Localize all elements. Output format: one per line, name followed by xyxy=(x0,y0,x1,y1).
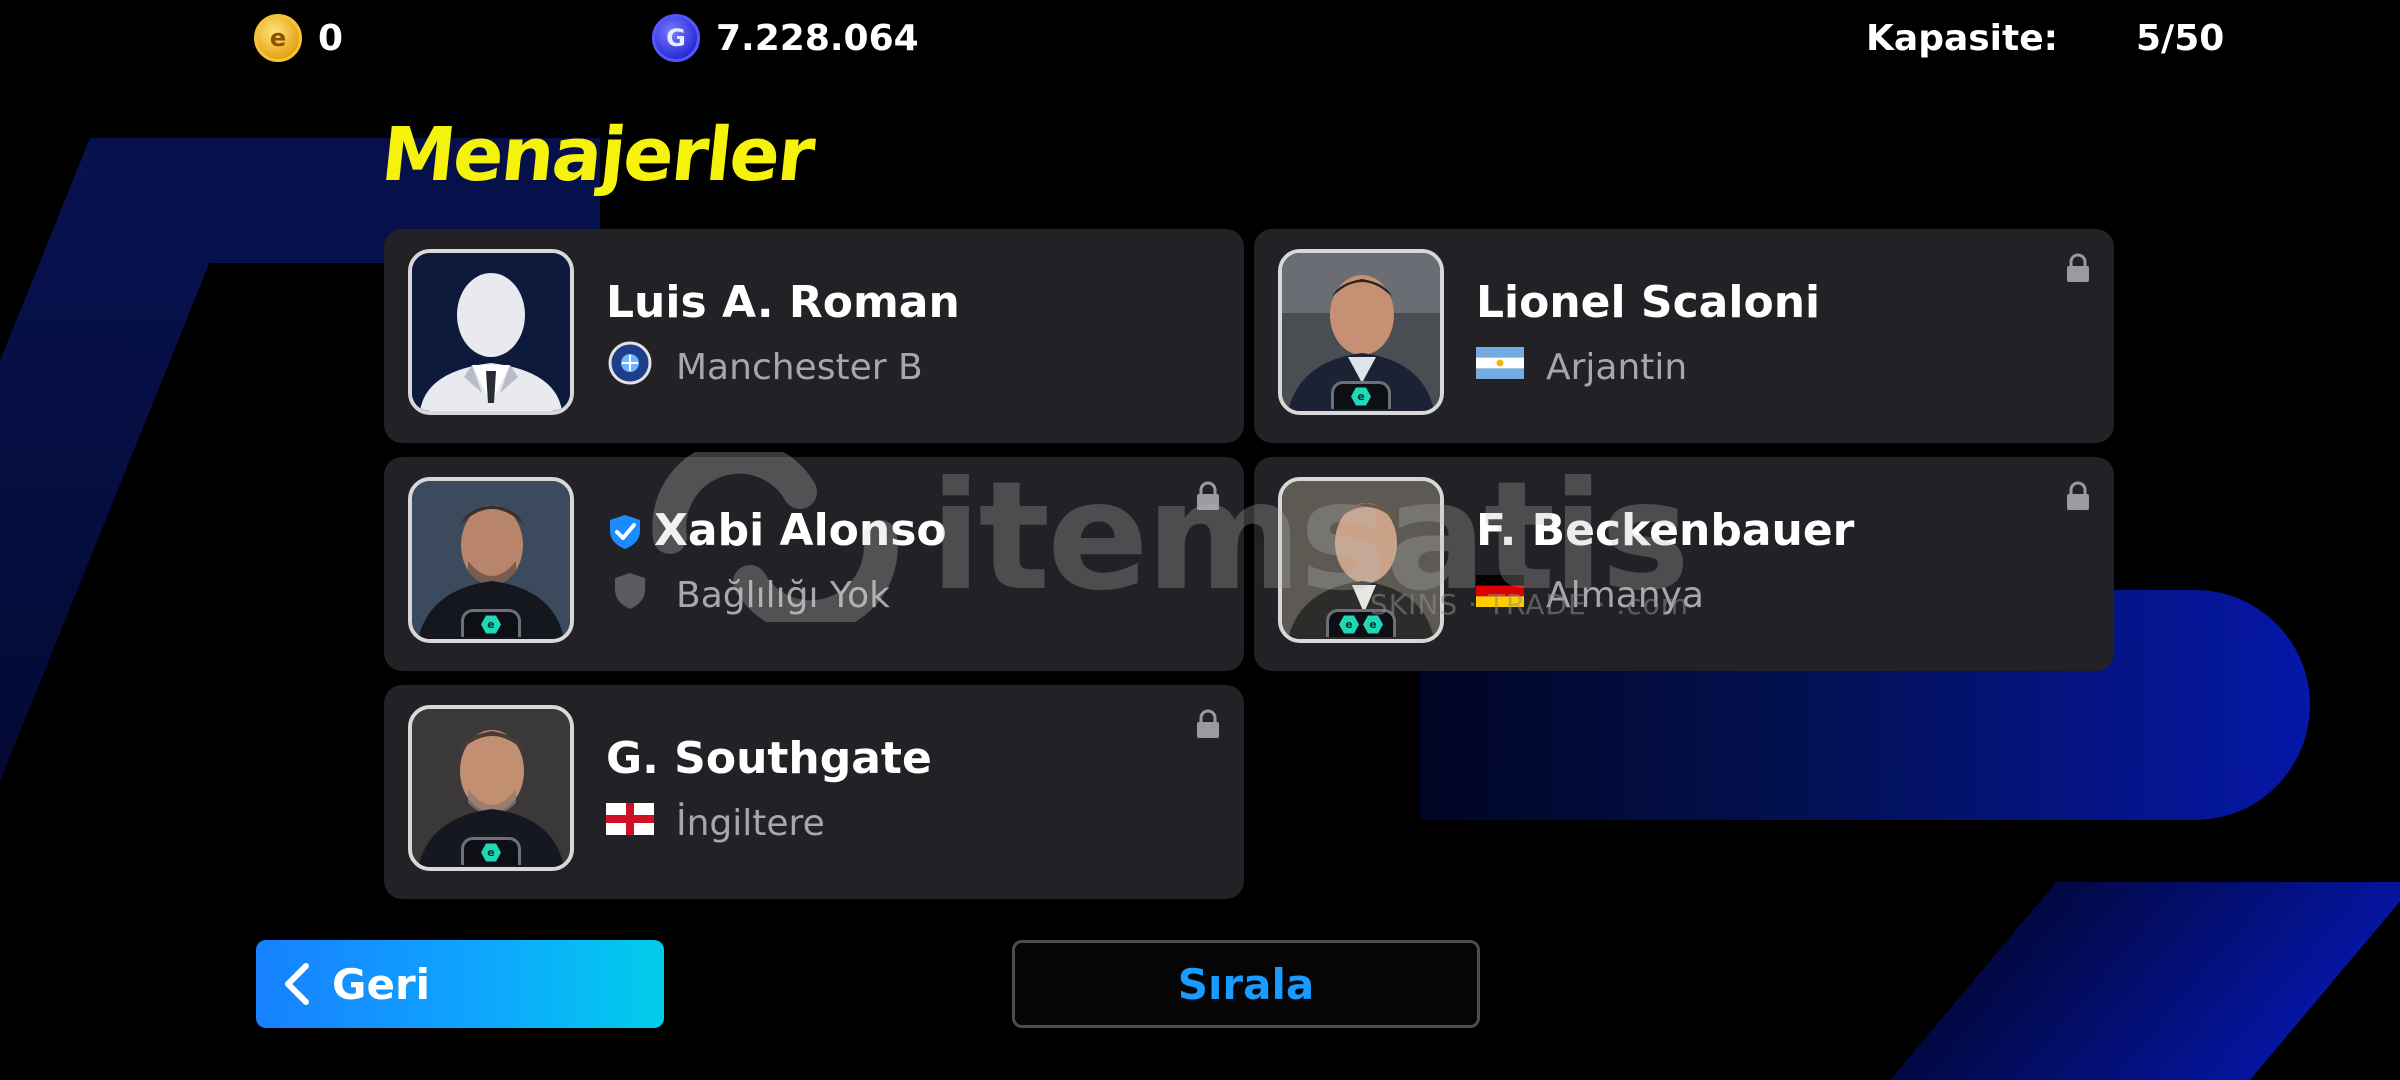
back-button[interactable]: Geri xyxy=(256,940,664,1028)
manager-team: Arjantin xyxy=(1546,347,1688,388)
back-button-label: Geri xyxy=(332,959,431,1009)
manager-name: Lionel Scaloni xyxy=(1476,277,1821,328)
manager-portrait: e xyxy=(408,477,574,643)
watermark-subtext: SKINS · TRADE · .com xyxy=(1370,588,1690,621)
ecoin-display[interactable]: e 0 xyxy=(254,14,343,62)
club-crest-icon xyxy=(606,341,654,385)
verified-check-icon xyxy=(610,515,640,549)
england-flag-icon xyxy=(606,803,654,835)
page-title: Menajerler xyxy=(377,112,818,198)
manager-card[interactable]: e e F. Beckenbauer Almanya xyxy=(1254,457,2114,671)
manager-card[interactable]: e G. Southgate İngiltere xyxy=(384,685,1244,899)
sort-button-label: Sırala xyxy=(1177,959,1315,1009)
rating-badge: e xyxy=(1331,381,1391,409)
capacity-value: 5/50 xyxy=(2136,18,2225,59)
chevron-left-icon xyxy=(285,963,309,1005)
manager-list-screen: e 0 G 7.228.064 Kapasite: 5/50 Menajerle… xyxy=(0,0,2400,1080)
currency-bar: e 0 G 7.228.064 Kapasite: 5/50 xyxy=(0,14,2400,70)
lock-icon xyxy=(1197,709,1219,738)
manager-portrait: e xyxy=(408,705,574,871)
manager-name: Xabi Alonso xyxy=(654,505,947,556)
manager-name: G. Southgate xyxy=(606,733,932,784)
manager-card[interactable]: e Xabi Alonso Bağlılığı Yok xyxy=(384,457,1244,671)
rating-hex-icon: e xyxy=(481,615,501,634)
manager-portrait: e xyxy=(1278,249,1444,415)
manager-portrait-placeholder xyxy=(408,249,574,415)
manager-card[interactable]: e Lionel Scaloni Arjantin xyxy=(1254,229,2114,443)
gp-value: 7.228.064 xyxy=(716,17,919,59)
gp-coin-icon: G xyxy=(652,14,700,62)
manager-team: İngiltere xyxy=(676,803,825,844)
lock-icon xyxy=(2067,253,2089,282)
manager-team: Bağlılığı Yok xyxy=(676,575,890,616)
silhouette-icon xyxy=(412,253,570,411)
rating-hex-icon: e xyxy=(481,843,501,862)
lock-icon xyxy=(1197,481,1219,510)
ecoin-value: 0 xyxy=(318,17,344,59)
manager-card[interactable]: Luis A. Roman Manchester B xyxy=(384,229,1244,443)
rating-badge: e xyxy=(461,609,521,637)
manager-team: Manchester B xyxy=(676,347,923,388)
argentina-flag-icon xyxy=(1476,347,1524,379)
sort-button[interactable]: Sırala xyxy=(1012,940,1480,1028)
rating-badge: e xyxy=(461,837,521,865)
background-slant-shape xyxy=(1880,882,2400,1080)
capacity-label: Kapasite: xyxy=(1866,18,2059,59)
rating-hex-icon: e xyxy=(1351,387,1371,406)
shield-icon xyxy=(606,573,654,609)
manager-name: Luis A. Roman xyxy=(606,277,960,328)
lock-icon xyxy=(2067,481,2089,510)
rating-hex-icon: e xyxy=(1339,615,1359,634)
gp-display[interactable]: G 7.228.064 xyxy=(652,14,919,62)
ecoin-icon: e xyxy=(254,14,302,62)
manager-name: F. Beckenbauer xyxy=(1476,505,1855,556)
